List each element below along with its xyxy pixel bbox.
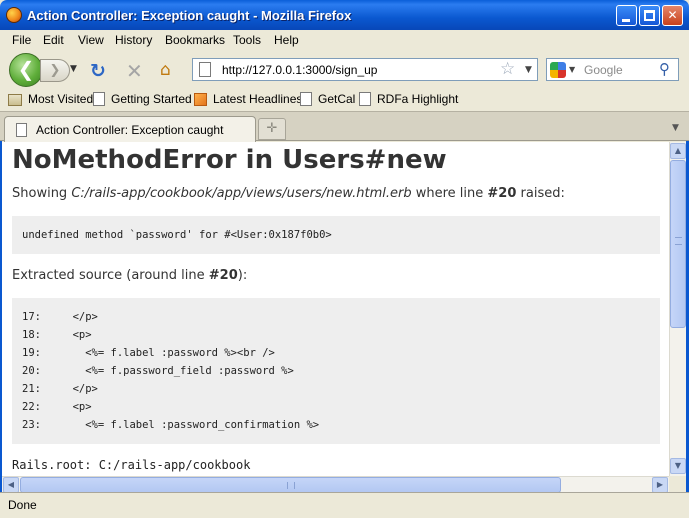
page-icon <box>93 92 105 106</box>
close-window-button[interactable]: ✕ <box>662 5 683 26</box>
bookmark-getting-started[interactable]: Getting Started <box>93 92 192 109</box>
forward-arrow-icon: ❯ <box>49 63 61 78</box>
back-button[interactable]: ❮ <box>9 53 43 87</box>
page-icon <box>16 123 27 137</box>
bookmark-star-icon[interactable]: ☆ <box>500 59 515 79</box>
bookmark-getcal[interactable]: GetCal <box>300 92 355 109</box>
rss-feed-icon <box>194 93 207 106</box>
menu-bar: File Edit View History Bookmarks Tools H… <box>0 30 689 50</box>
maximize-button[interactable] <box>639 5 660 26</box>
tab-list-dropdown-icon[interactable]: ▼ <box>672 123 679 133</box>
source-line: 19: <%= f.label :password %><br /> <box>22 347 275 359</box>
source-line: 22: <p> <box>22 401 92 413</box>
error-message-box: undefined method `password' for #<User:0… <box>12 216 660 254</box>
url-input[interactable] <box>222 63 492 77</box>
grip-icon <box>675 237 682 245</box>
showing-line: Showing C:/rails-app/cookbook/app/views/… <box>12 186 565 201</box>
scroll-up-arrow-icon[interactable]: ▲ <box>670 143 686 159</box>
menu-edit[interactable]: Edit <box>43 33 64 47</box>
title-bar: Action Controller: Exception caught - Mo… <box>0 0 689 30</box>
vertical-scroll-thumb[interactable] <box>670 160 686 328</box>
search-box[interactable]: ▼ Google ⚲ <box>546 58 679 81</box>
reload-icon[interactable]: ↻ <box>90 60 112 82</box>
horizontal-scroll-thumb[interactable] <box>20 477 561 493</box>
bookmark-latest-headlines[interactable]: Latest Headlines <box>194 92 302 109</box>
window-title: Action Controller: Exception caught - Mo… <box>27 8 352 23</box>
page-content: NoMethodError in Users#new Showing C:/ra… <box>2 142 669 476</box>
source-line: 17: </p> <box>22 311 98 323</box>
tab-bar: Action Controller: Exception caught ✛ ▼ <box>0 111 689 142</box>
rails-root: Rails.root: C:/rails-app/cookbook <box>12 458 251 472</box>
page-title: NoMethodError in Users#new <box>12 145 447 175</box>
extracted-source-heading: Extracted source (around line #20): <box>12 268 248 283</box>
forward-button[interactable]: ❯ <box>40 59 70 82</box>
back-arrow-icon: ❮ <box>17 57 35 81</box>
error-line-number: #20 <box>487 186 517 201</box>
status-text: Done <box>8 498 37 512</box>
template-path: C:/rails-app/cookbook/app/views/users/ne… <box>71 186 412 201</box>
menu-view[interactable]: View <box>78 33 104 47</box>
scroll-down-arrow-icon[interactable]: ▼ <box>670 458 686 474</box>
status-bar: Done <box>0 492 689 518</box>
source-line: 18: <p> <box>22 329 92 341</box>
scroll-left-arrow-icon[interactable]: ◀ <box>3 477 19 493</box>
error-message: undefined method `password' for #<User:0… <box>22 229 332 241</box>
url-bar[interactable]: ☆ ▼ <box>192 58 538 81</box>
search-input[interactable]: Google <box>584 63 623 77</box>
engine-dropdown-icon[interactable]: ▼ <box>569 65 575 74</box>
tab-active[interactable]: Action Controller: Exception caught <box>4 116 256 142</box>
menu-bookmarks[interactable]: Bookmarks <box>165 33 225 47</box>
google-engine-icon[interactable] <box>550 62 566 78</box>
menu-tools[interactable]: Tools <box>233 33 261 47</box>
bookmarks-toolbar: Most Visited Getting Started Latest Head… <box>0 90 689 111</box>
source-code-box: 17: </p> 18: <p> 19: <%= f.label :passwo… <box>12 298 660 444</box>
source-line: 21: </p> <box>22 383 98 395</box>
horizontal-scrollbar[interactable]: ◀ ▶ <box>2 476 669 493</box>
source-line: 20: <%= f.password_field :password %> <box>22 365 294 377</box>
menu-history[interactable]: History <box>115 33 152 47</box>
page-icon <box>300 92 312 106</box>
minimize-button[interactable] <box>616 5 637 26</box>
bookmark-most-visited[interactable]: Most Visited <box>8 92 93 109</box>
navigation-toolbar: ❮ ❯ ▼ ↻ ✕ ⌂ ☆ ▼ ▼ Google ⚲ <box>0 50 689 90</box>
history-dropdown-icon[interactable]: ▼ <box>70 64 80 76</box>
grip-icon <box>287 482 295 489</box>
menu-help[interactable]: Help <box>274 33 299 47</box>
menu-file[interactable]: File <box>12 33 31 47</box>
url-dropdown-icon[interactable]: ▼ <box>525 65 532 75</box>
new-tab-button[interactable]: ✛ <box>258 118 286 140</box>
bookmark-rdfa-highlight[interactable]: RDFa Highlight <box>359 92 458 109</box>
firefox-logo-icon <box>6 7 22 23</box>
page-icon <box>359 92 371 106</box>
vertical-scrollbar[interactable]: ▲ ▼ <box>669 142 686 476</box>
home-icon[interactable]: ⌂ <box>160 60 182 82</box>
source-line: 23: <%= f.label :password_confirmation %… <box>22 419 320 431</box>
scroll-right-arrow-icon[interactable]: ▶ <box>652 477 668 493</box>
site-identity-icon[interactable] <box>199 62 211 77</box>
scrollbar-corner <box>669 476 686 492</box>
tab-label: Action Controller: Exception caught <box>36 123 224 137</box>
stop-icon[interactable]: ✕ <box>126 59 148 83</box>
bookmark-folder-icon <box>8 94 22 106</box>
search-magnifier-icon[interactable]: ⚲ <box>659 60 670 78</box>
